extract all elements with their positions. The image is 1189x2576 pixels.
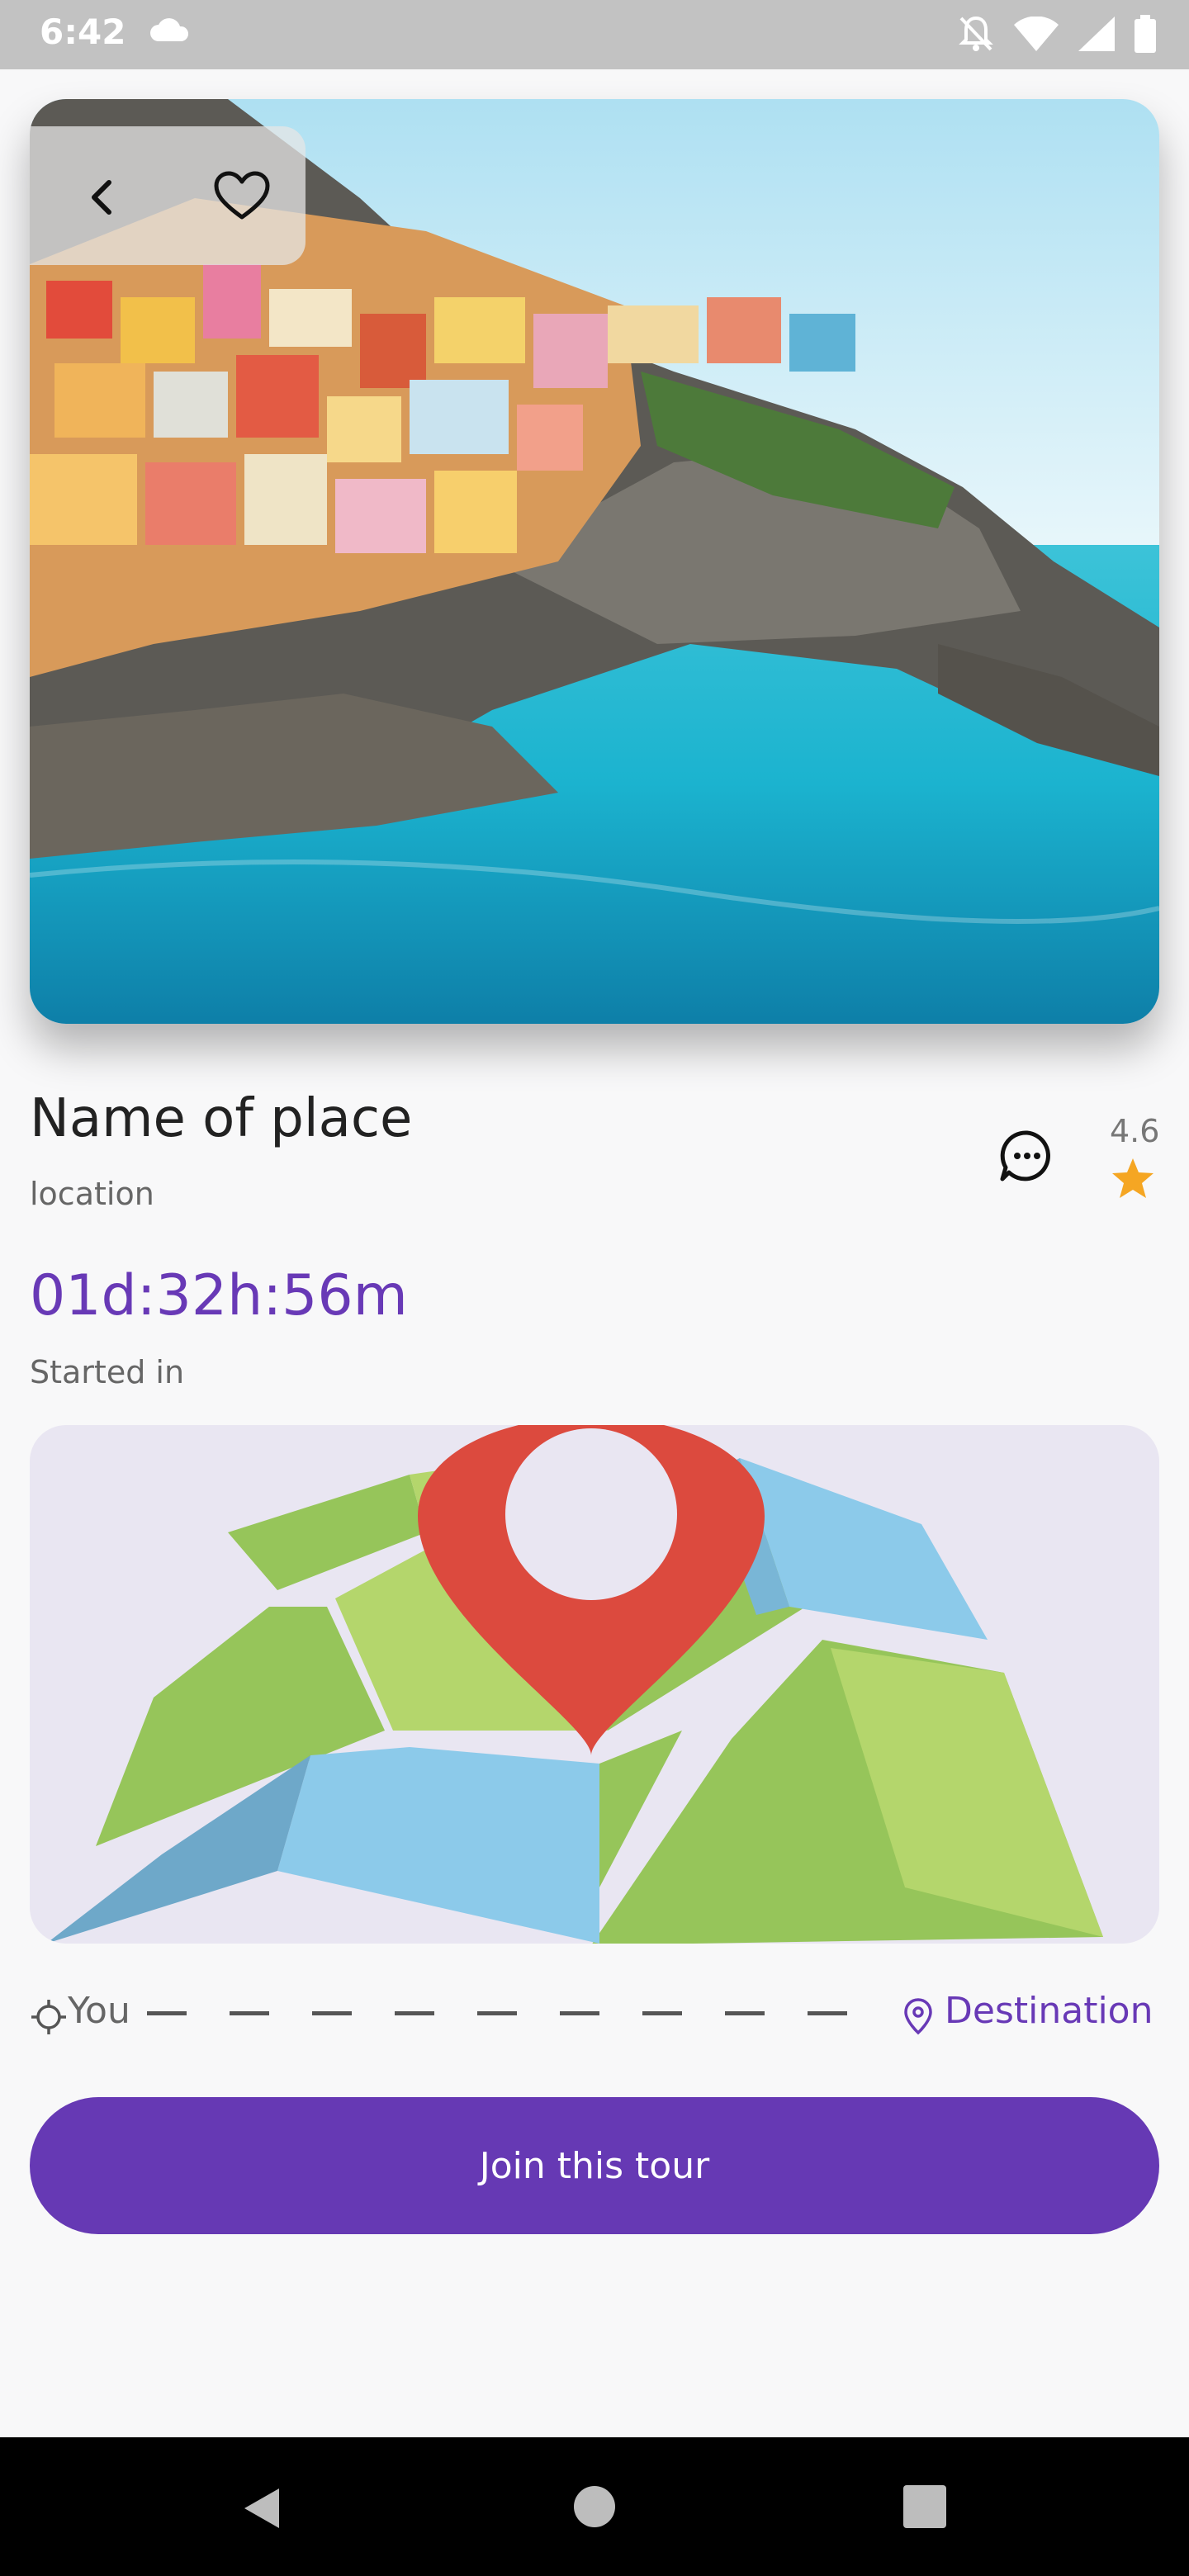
- route-dash: [808, 2011, 847, 2015]
- back-button[interactable]: [81, 174, 127, 220]
- heart-icon: [214, 171, 270, 220]
- battery-icon: [1135, 15, 1156, 53]
- route-dash: [312, 2011, 352, 2015]
- countdown-timer: 01d:32h:56m: [30, 1263, 408, 1328]
- map-illustration: [30, 1425, 1159, 1944]
- wifi-icon: [1014, 17, 1059, 51]
- system-nav-bar: [0, 2437, 1189, 2576]
- nav-recents-icon[interactable]: [903, 2485, 946, 2528]
- place-name: Name of place: [30, 1088, 413, 1149]
- route-dash: [642, 2011, 682, 2015]
- back-arrow-icon: [92, 180, 111, 215]
- crosshair-icon: [31, 2000, 66, 2034]
- route-row: You Destination: [30, 1988, 1163, 2038]
- chat-button[interactable]: [999, 1128, 1055, 1184]
- started-label: Started in: [30, 1354, 185, 1390]
- route-dash: [725, 2011, 765, 2015]
- route-dash: [560, 2011, 599, 2015]
- nav-home-icon[interactable]: [573, 2485, 616, 2528]
- nav-back-icon[interactable]: [239, 2485, 286, 2531]
- status-time: 6:42: [40, 12, 126, 52]
- chat-bubble-icon: [1000, 1130, 1050, 1181]
- route-destination-label: Destination: [945, 1990, 1153, 2032]
- status-icons: [958, 15, 1156, 53]
- route-start-label: You: [68, 1990, 130, 2032]
- rating-value: 4.6: [1110, 1113, 1160, 1149]
- star-icon: [1110, 1156, 1156, 1202]
- hero-action-panel: [30, 126, 306, 265]
- join-tour-button[interactable]: Join this tour: [30, 2097, 1159, 2234]
- location-pin-icon: [904, 1998, 932, 2035]
- route-dash: [395, 2011, 434, 2015]
- cloud-icon: [149, 17, 190, 46]
- route-dash: [477, 2011, 517, 2015]
- notifications-off-icon: [959, 16, 993, 51]
- route-dash: [230, 2011, 269, 2015]
- place-location: location: [30, 1176, 154, 1212]
- favorite-button[interactable]: [213, 169, 271, 222]
- status-bar: 6:42: [0, 0, 1189, 69]
- signal-icon: [1078, 17, 1115, 51]
- route-dash: [147, 2011, 187, 2015]
